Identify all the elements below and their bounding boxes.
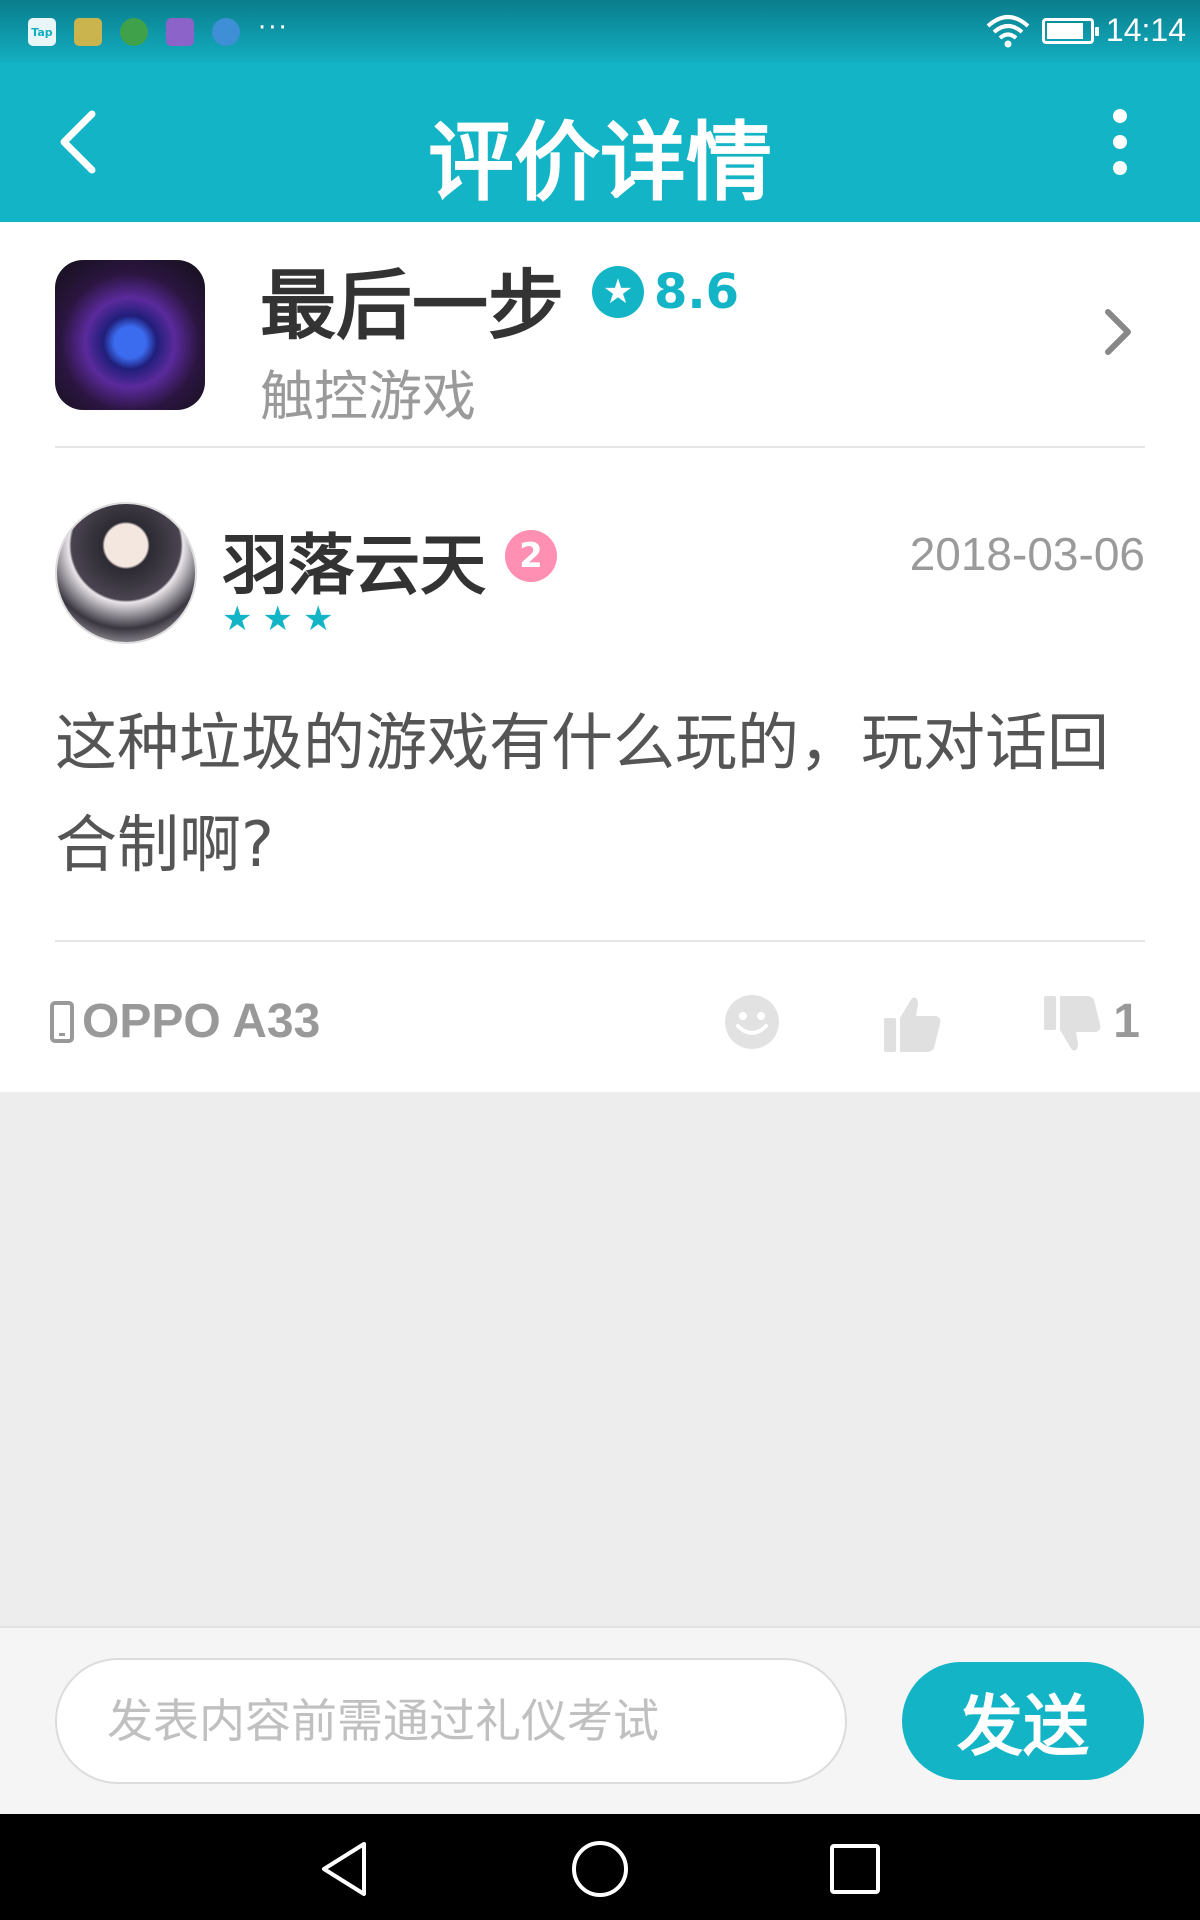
more-options-button[interactable]: [1080, 102, 1160, 182]
game-icon: [55, 260, 205, 410]
nav-back-icon[interactable]: [310, 1834, 380, 1904]
thumbs-down-icon: [1044, 996, 1101, 1051]
star-badge-icon: ★: [592, 266, 644, 318]
device-info: OPPO A33: [50, 994, 320, 1049]
rating-star-icon: ★: [302, 599, 334, 639]
more-vert-icon-dot: [1113, 135, 1127, 149]
rating-star-icon: ★: [222, 599, 253, 639]
battery-icon: [1041, 17, 1099, 44]
review-rating-stars: ★ ★ ★: [222, 602, 333, 636]
chevron-right-icon: [1105, 309, 1131, 355]
divider: [55, 940, 1145, 942]
more-vert-icon-dot: [1113, 109, 1127, 123]
user-avatar[interactable]: [55, 502, 197, 644]
battery-level-fill: [1046, 22, 1083, 39]
user-name[interactable]: 羽落云天: [222, 512, 486, 608]
dislike-count: 1: [1113, 995, 1140, 1048]
dislike-button[interactable]: 1: [1040, 992, 1140, 1056]
game-score: ★ 8.6: [592, 264, 739, 320]
taptap-notification-icon: Tap: [28, 18, 56, 46]
more-vert-icon-dot: [1113, 161, 1127, 175]
thumbs-up-icon[interactable]: [880, 992, 944, 1056]
notification-icons: Tap ···: [28, 13, 289, 46]
review-date: 2018-03-06: [909, 528, 1145, 580]
comment-bar: 发送: [0, 1626, 1200, 1814]
game-category: 触控游戏: [260, 365, 476, 428]
system-nav-bar: [0, 1814, 1200, 1920]
divider: [55, 446, 1145, 448]
more-notifications-icon: ···: [258, 13, 289, 43]
review-text: 这种垃圾的游戏有什么玩的，玩对话回合制啊?: [55, 706, 1110, 881]
browser-notification-icon: [120, 18, 148, 46]
wifi-icon: [986, 14, 1030, 47]
emoji-reaction-icon[interactable]: [722, 992, 782, 1052]
review-actions-row: OPPO A33 1: [0, 962, 1200, 1082]
nav-recents-icon[interactable]: [820, 1834, 890, 1904]
status-bar: Tap ··· 14:14: [0, 0, 1200, 62]
send-button[interactable]: 发送: [902, 1662, 1144, 1780]
device-name: OPPO A33: [82, 995, 321, 1048]
user-level-badge: 2: [505, 530, 557, 582]
comment-input[interactable]: [55, 1658, 847, 1784]
rating-star-icon: ★: [262, 599, 293, 639]
app-notification-icon: [74, 18, 102, 46]
score-value: 8.6: [654, 264, 740, 320]
phone-icon: [50, 1000, 74, 1043]
game-info-row[interactable]: 最后一步 ★ 8.6 触控游戏: [0, 222, 1200, 446]
info-notification-icon: [212, 18, 240, 46]
nav-home-icon[interactable]: [565, 1834, 635, 1904]
app-header: 评价详情: [0, 62, 1200, 222]
gallery-notification-icon: [166, 18, 194, 46]
game-name: 最后一步: [260, 261, 564, 350]
clock: 14:14: [1105, 12, 1186, 48]
review-panel: 最后一步 ★ 8.6 触控游戏 羽落云天 2 2018-03-06 ★ ★ ★ 这种…: [0, 222, 1200, 1092]
page-title: 评价详情: [428, 113, 772, 213]
